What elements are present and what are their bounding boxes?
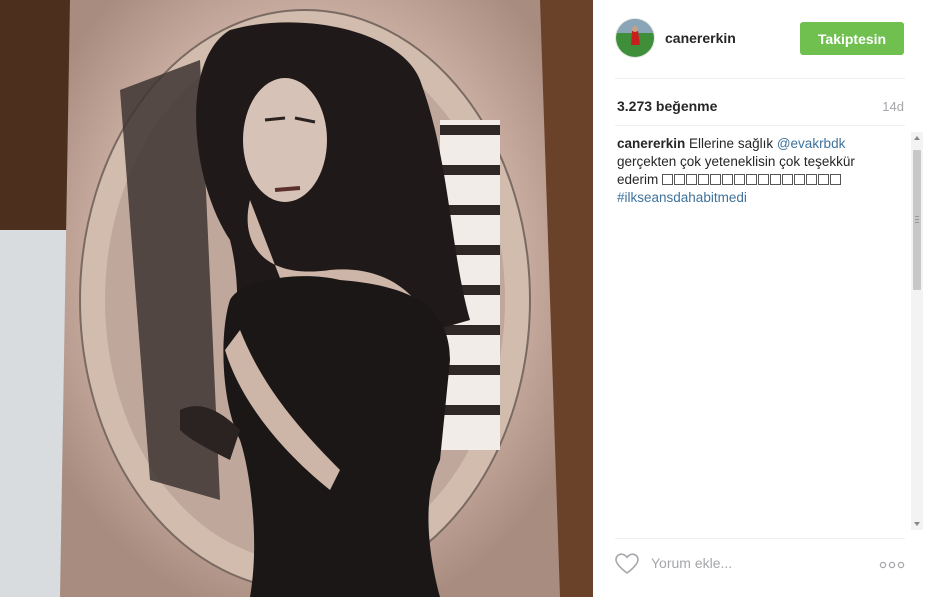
username-link[interactable]: canererkin <box>665 30 736 46</box>
emoji-placeholder-icon <box>746 174 758 185</box>
more-options-icon[interactable] <box>879 561 905 569</box>
emoji-placeholder-icon <box>734 174 746 185</box>
caption: canererkin Ellerine sağlık @evakrbdk ger… <box>617 135 899 207</box>
caption-hashtag[interactable]: #ilkseansdahabitmedi <box>617 190 747 205</box>
emoji-placeholder-icon <box>758 174 770 185</box>
post-sidebar: canererkin Takiptesin 3.273 beğenme 14d … <box>593 0 928 597</box>
comments-scrollbar[interactable] <box>911 132 923 530</box>
emoji-placeholder-icon <box>782 174 794 185</box>
heart-icon[interactable] <box>615 553 639 575</box>
caption-text-start: Ellerine sağlık <box>685 136 777 151</box>
emoji-placeholder-icon <box>698 174 710 185</box>
caption-username[interactable]: canererkin <box>617 136 685 151</box>
emoji-placeholder-icon <box>806 174 818 185</box>
emoji-placeholder-icon <box>722 174 734 185</box>
emoji-placeholder-icon <box>674 174 686 185</box>
following-button[interactable]: Takiptesin <box>800 22 904 55</box>
emoji-placeholder-icon <box>770 174 782 185</box>
avatar[interactable] <box>615 18 655 58</box>
post-header: canererkin Takiptesin <box>593 0 928 78</box>
emoji-placeholder-icon <box>794 174 806 185</box>
footer-divider <box>615 538 905 539</box>
likes-divider <box>615 125 905 126</box>
like-count[interactable]: 3.273 beğenme <box>617 98 717 114</box>
scroll-down-arrow-icon[interactable] <box>911 518 923 530</box>
emoji-placeholder-icon <box>710 174 722 185</box>
emoji-placeholder-icon <box>686 174 698 185</box>
post-photo[interactable] <box>0 0 593 597</box>
emoji-placeholder-icon <box>662 174 674 185</box>
scroll-up-arrow-icon[interactable] <box>911 132 923 144</box>
header-divider <box>615 78 905 79</box>
comments-area: canererkin Ellerine sağlık @evakrbdk ger… <box>617 135 899 527</box>
caption-mention[interactable]: @evakrbdk <box>777 136 845 151</box>
post-age[interactable]: 14d <box>882 99 904 114</box>
comment-input[interactable]: Yorum ekle... <box>651 555 732 571</box>
scrollbar-thumb[interactable] <box>913 150 921 290</box>
emoji-placeholder-icon <box>830 174 842 185</box>
emoji-placeholder-icon <box>818 174 830 185</box>
caption-emojis <box>662 172 842 187</box>
